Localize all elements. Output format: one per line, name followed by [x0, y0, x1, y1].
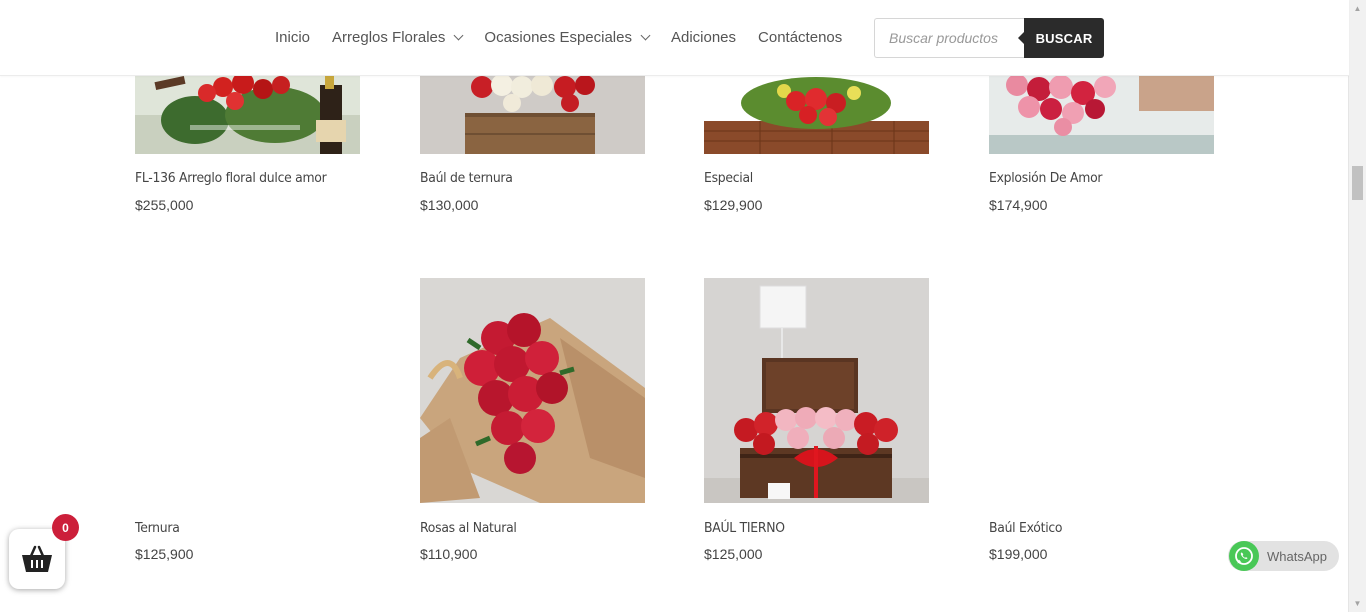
page-scrollbar[interactable]: ▲ ▼ — [1348, 0, 1366, 612]
product-image-dulce-amor[interactable] — [135, 75, 360, 154]
nav-item-adiciones[interactable]: Adiciones — [671, 29, 736, 46]
nav-item-label: Adiciones — [670, 29, 737, 46]
product-title[interactable]: FL-136 Arreglo floral dulce amor — [135, 170, 327, 186]
product-title[interactable]: Rosas al Natural — [420, 520, 517, 536]
product-image-especial[interactable] — [704, 75, 929, 154]
product-price: $125,900 — [135, 546, 194, 562]
nav-item-ocasiones-especiales[interactable]: Ocasiones Especiales — [484, 29, 651, 46]
product-search: BUSCAR — [874, 18, 1104, 58]
product-image-rosas-al-natural[interactable] — [420, 278, 645, 503]
nav-item-arreglos-florales[interactable]: Arreglos Florales — [332, 29, 464, 46]
product-title[interactable]: Baúl de ternura — [420, 170, 513, 186]
basket-icon — [22, 545, 52, 572]
whatsapp-button[interactable]: WhatsApp — [1228, 541, 1339, 571]
product-title[interactable]: Baúl Exótico — [989, 520, 1063, 536]
search-input[interactable] — [874, 18, 1024, 58]
scroll-up-arrow-icon[interactable]: ▲ — [1349, 0, 1366, 17]
cart-count-badge: 0 — [52, 514, 79, 541]
product-price: $174,900 — [989, 197, 1048, 213]
site-header: Inicio Arreglos Florales Ocasiones Espec… — [0, 0, 1349, 76]
chevron-down-icon — [640, 30, 651, 41]
product-price: $130,000 — [420, 197, 479, 213]
product-price: $125,000 — [704, 546, 763, 562]
nav-item-label: Inicio — [275, 29, 311, 46]
product-price: $129,900 — [704, 197, 763, 213]
nav-item-contactenos[interactable]: Contáctenos — [758, 29, 842, 46]
product-price: $255,000 — [135, 197, 194, 213]
product-title[interactable]: Ternura — [135, 520, 180, 536]
product-image-baul-de-ternura[interactable] — [420, 75, 645, 154]
product-title[interactable]: BAÚL TIERNO — [704, 520, 785, 536]
nav-item-inicio[interactable]: Inicio — [275, 29, 310, 46]
whatsapp-label: WhatsApp — [1267, 548, 1327, 564]
product-image-explosion-de-amor[interactable] — [989, 75, 1214, 154]
whatsapp-icon — [1229, 541, 1259, 571]
product-price: $110,900 — [420, 546, 478, 562]
scrollbar-thumb[interactable] — [1352, 166, 1363, 200]
scroll-down-arrow-icon[interactable]: ▼ — [1349, 595, 1366, 612]
product-image-baul-tierno[interactable] — [704, 278, 929, 503]
nav-item-label: Arreglos Florales — [332, 29, 446, 46]
search-button[interactable]: BUSCAR — [1018, 18, 1104, 58]
chevron-down-icon — [453, 30, 464, 41]
nav-item-label: Contáctenos — [758, 29, 843, 46]
product-price: $199,000 — [989, 546, 1048, 562]
main-nav: Inicio Arreglos Florales Ocasiones Espec… — [275, 0, 864, 75]
product-title[interactable]: Especial — [704, 170, 753, 186]
product-title[interactable]: Explosión De Amor — [989, 170, 1103, 186]
nav-item-label: Ocasiones Especiales — [484, 29, 632, 46]
